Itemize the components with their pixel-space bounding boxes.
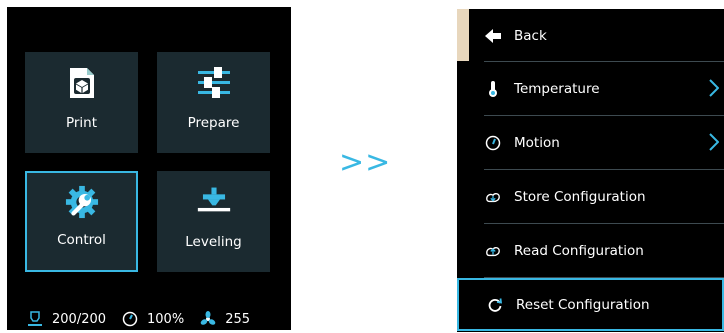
menu-item-label: Motion xyxy=(514,134,560,151)
speed-value: 100% xyxy=(147,311,185,327)
control-tile-label: Control xyxy=(57,232,106,248)
temperature-value: 200/200 xyxy=(52,311,107,327)
print-tile[interactable]: Print xyxy=(25,52,138,153)
speed-gauge-icon xyxy=(122,311,138,327)
chevron-right-icon xyxy=(709,133,720,155)
menu-item-label: Read Configuration xyxy=(514,242,644,259)
back-button[interactable]: Back xyxy=(457,9,724,62)
main-menu-screen: Print Prepare Control Leveling 200/200 1… xyxy=(7,7,291,330)
menu-item-store-configuration[interactable]: Store Configuration xyxy=(457,170,724,223)
thermometer-icon xyxy=(485,80,501,97)
print-file-icon xyxy=(65,66,99,100)
status-bar: 200/200 100% 255 xyxy=(27,309,291,329)
nozzle-temperature-icon xyxy=(27,311,43,327)
motion-gauge-icon xyxy=(485,135,501,151)
fan-value: 255 xyxy=(225,311,251,327)
menu-item-read-configuration[interactable]: Read Configuration xyxy=(457,224,724,277)
gear-wrench-icon xyxy=(65,185,99,219)
back-label: Back xyxy=(514,27,547,44)
menu-item-label: Store Configuration xyxy=(514,188,646,205)
prepare-tile[interactable]: Prepare xyxy=(157,52,270,153)
control-menu-screen: Back Temperature Motion Store Configurat… xyxy=(457,9,724,332)
prepare-tile-label: Prepare xyxy=(187,115,240,131)
menu-item-motion[interactable]: Motion xyxy=(457,116,724,169)
reset-refresh-icon xyxy=(487,297,503,313)
sliders-icon xyxy=(197,66,231,100)
menu-item-reset-configuration[interactable]: Reset Configuration xyxy=(457,278,724,331)
store-config-icon xyxy=(485,189,501,205)
leveling-nozzle-icon xyxy=(197,185,231,219)
chevron-right-icon xyxy=(709,79,720,101)
menu-item-label: Reset Configuration xyxy=(516,296,650,313)
read-config-icon xyxy=(485,243,501,259)
leveling-tile-label: Leveling xyxy=(185,234,242,250)
control-tile[interactable]: Control xyxy=(25,171,138,272)
leveling-tile[interactable]: Leveling xyxy=(157,171,270,272)
print-tile-label: Print xyxy=(65,115,98,131)
menu-item-temperature[interactable]: Temperature xyxy=(457,62,724,115)
fan-icon xyxy=(200,311,216,327)
transition-arrow: >> xyxy=(339,145,392,180)
back-arrow-icon xyxy=(485,28,501,44)
menu-item-label: Temperature xyxy=(514,80,600,97)
